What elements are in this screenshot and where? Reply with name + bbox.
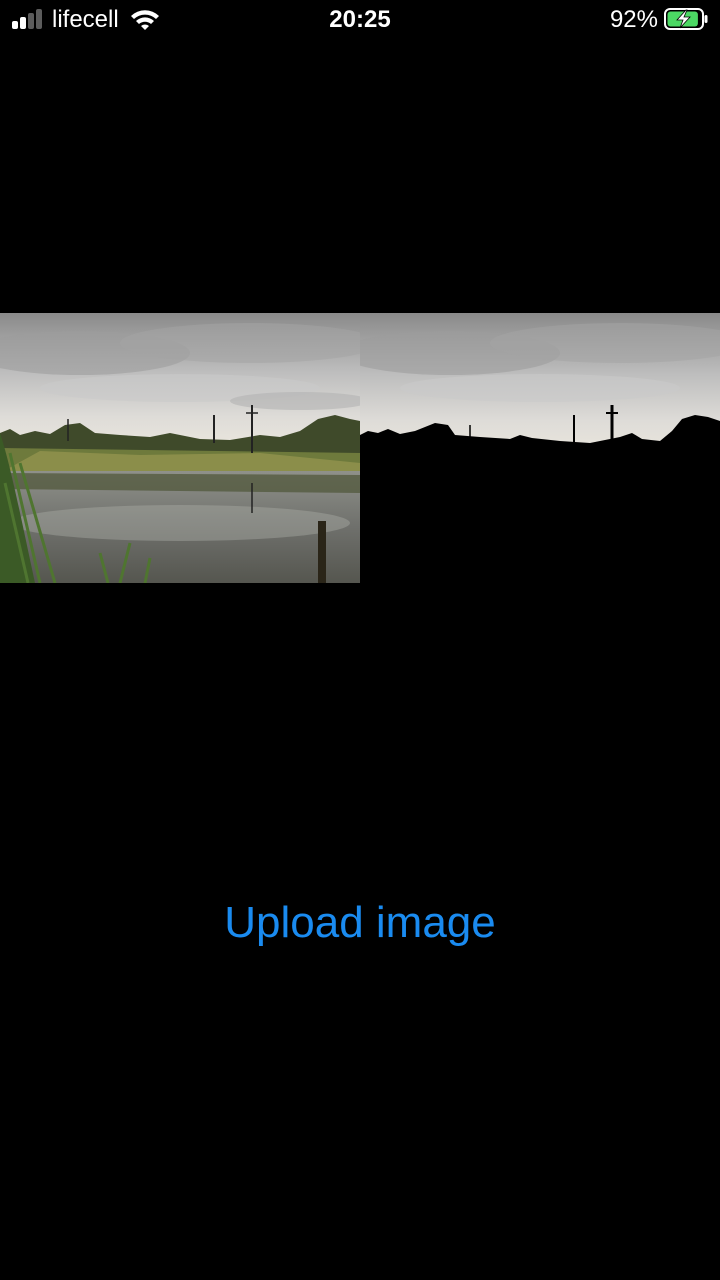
status-bar: lifecell 20:25 92% — [0, 0, 720, 40]
upload-image-button[interactable]: Upload image — [0, 895, 720, 951]
battery-percent: 92% — [609, 6, 658, 33]
battery-charging-icon — [664, 8, 708, 30]
original-photo — [0, 313, 360, 583]
segmented-photo — [360, 313, 720, 583]
image-comparison — [0, 313, 720, 583]
